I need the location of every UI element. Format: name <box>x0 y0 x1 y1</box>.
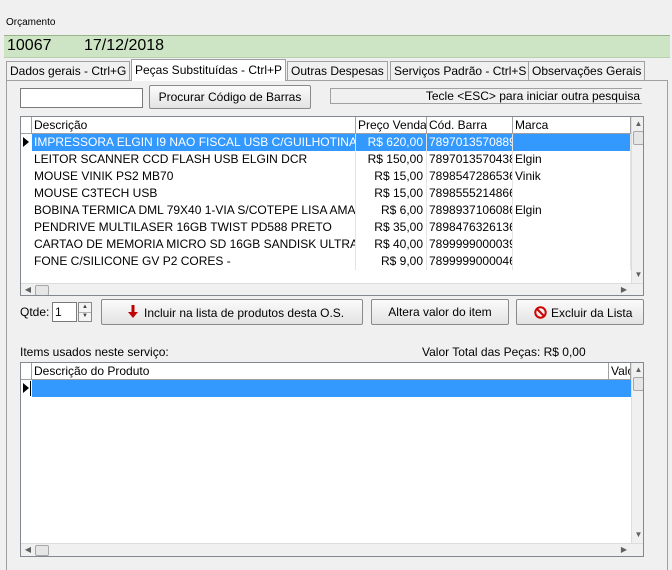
items-new-row-highlight[interactable] <box>32 380 631 397</box>
tab-standard-services[interactable]: Serviços Padrão - Ctrl+S <box>390 61 531 80</box>
product-barcode-cell[interactable]: 7898555214866 <box>427 185 513 202</box>
product-barcode-cell[interactable]: 7897013570889 <box>427 134 513 151</box>
product-description-cell[interactable]: PENDRIVE MULTILASER 16GB TWIST PD588 PRE… <box>32 219 356 236</box>
include-product-button[interactable]: Incluir na lista de produtos desta O.S. <box>101 299 363 325</box>
remove-from-list-label: Excluir da Lista <box>551 306 633 320</box>
parts-total-value: Valor Total das Peças: R$ 0,00 <box>422 345 586 359</box>
col-brand[interactable]: Marca <box>513 117 631 134</box>
vscroll-thumb[interactable] <box>633 131 643 145</box>
qty-input[interactable] <box>52 302 77 322</box>
product-barcode-cell[interactable]: 7899999000039 <box>427 236 513 253</box>
products-hscroll[interactable]: ◀ ▶ <box>21 283 643 295</box>
tab-bar: Dados gerais - Ctrl+G Peças Substituídas… <box>6 59 666 81</box>
product-barcode-cell[interactable]: 7898937106086 <box>427 202 513 219</box>
product-description-cell[interactable]: MOUSE VINIK PS2 MB70 <box>32 168 356 185</box>
red-down-arrow-icon <box>128 305 138 319</box>
product-price-cell[interactable]: R$ 150,00 <box>356 151 427 168</box>
scroll-left-icon[interactable]: ◀ <box>23 285 33 294</box>
order-date: 17/12/2018 <box>84 37 165 54</box>
include-product-label: Incluir na lista de produtos desta O.S. <box>144 306 345 320</box>
product-description-cell[interactable]: FONE C/SILICONE GV P2 CORES - <box>32 253 356 270</box>
items-section-title: Items usados neste serviço: <box>20 345 169 359</box>
product-description-cell[interactable]: LEITOR SCANNER CCD FLASH USB ELGIN DCR <box>32 151 356 168</box>
tab-replaced-parts[interactable]: Peças Substituídas - Ctrl+P <box>131 59 287 81</box>
scroll-right-icon[interactable]: ▶ <box>619 285 629 294</box>
product-barcode-cell[interactable]: 7898476326136 <box>427 219 513 236</box>
product-price-cell[interactable]: R$ 9,00 <box>356 253 427 270</box>
search-hint-box: Tecle <ESC> para iniciar outra pesquisa <box>330 88 642 104</box>
grid-indicator-header <box>21 117 32 134</box>
stepper-down-icon[interactable]: ▼ <box>79 312 91 321</box>
hscroll-thumb[interactable] <box>35 285 49 295</box>
qty-stepper[interactable]: ▲ ▼ <box>78 302 92 322</box>
remove-from-list-button[interactable]: Excluir da Lista <box>516 299 644 325</box>
product-price-cell[interactable]: R$ 40,00 <box>356 236 427 253</box>
items-grid: Descrição do Produto Valo ▲ ▼ ◀ ▶ <box>20 362 644 557</box>
search-barcode-button[interactable]: Procurar Código de Barras <box>149 85 311 109</box>
tab-other-expenses[interactable]: Outras Despesas <box>287 61 388 80</box>
items-hscroll[interactable]: ◀ ▶ <box>21 543 643 556</box>
items-row-pointer-icon <box>23 383 29 393</box>
row-pointer-icon <box>23 137 29 147</box>
product-brand-cell[interactable]: Vinik <box>513 168 631 185</box>
col-product-description[interactable]: Descrição do Produto <box>32 363 609 380</box>
col-value[interactable]: Valo <box>609 363 631 380</box>
product-description-cell[interactable]: CARTAO DE MEMORIA MICRO SD 16GB SANDISK … <box>32 236 356 253</box>
items-scroll-left-icon[interactable]: ◀ <box>23 545 33 554</box>
alter-item-value-button[interactable]: Altera valor do item <box>371 299 509 325</box>
scroll-up-icon[interactable]: ▲ <box>632 119 643 128</box>
order-header: 10067 17/12/2018 <box>4 35 670 58</box>
product-barcode-cell[interactable]: 7899999000046 <box>427 253 513 270</box>
items-vscroll-thumb[interactable] <box>633 377 643 391</box>
product-barcode-cell[interactable]: 7897013570438 <box>427 151 513 168</box>
window-titlebar: Orçamento <box>0 0 672 34</box>
product-price-cell[interactable]: R$ 15,00 <box>356 168 427 185</box>
product-brand-cell[interactable] <box>513 134 631 151</box>
col-barcode[interactable]: Cód. Barra <box>427 117 513 134</box>
items-scroll-up-icon[interactable]: ▲ <box>632 365 643 374</box>
products-vscroll[interactable]: ▲ ▼ <box>631 117 643 283</box>
product-brand-cell[interactable] <box>513 253 631 270</box>
items-scroll-down-icon[interactable]: ▼ <box>632 530 643 539</box>
items-row-cursor <box>30 381 31 396</box>
tab-general-notes[interactable]: Observações Gerais <box>528 61 646 80</box>
order-number: 10067 <box>7 37 52 54</box>
scroll-down-icon[interactable]: ▼ <box>632 270 643 279</box>
product-brand-cell[interactable]: Elgin <box>513 151 631 168</box>
items-indicator-header <box>21 363 32 380</box>
product-price-cell[interactable]: R$ 620,00 <box>356 134 427 151</box>
product-description-cell[interactable]: BOBINA TERMICA DML 79X40 1-VIA S/COTEPE … <box>32 202 356 219</box>
product-price-cell[interactable]: R$ 15,00 <box>356 185 427 202</box>
product-brand-cell[interactable]: Elgin <box>513 202 631 219</box>
product-price-cell[interactable]: R$ 6,00 <box>356 202 427 219</box>
product-description-cell[interactable]: IMPRESSORA ELGIN I9 NAO FISCAL USB C/GUI… <box>32 134 356 151</box>
product-brand-cell[interactable] <box>513 236 631 253</box>
prohibited-icon <box>534 306 547 319</box>
tab-general[interactable]: Dados gerais - Ctrl+G <box>6 61 131 80</box>
col-price[interactable]: Preço Venda <box>356 117 427 134</box>
product-brand-cell[interactable] <box>513 219 631 236</box>
product-brand-cell[interactable] <box>513 185 631 202</box>
product-price-cell[interactable]: R$ 35,00 <box>356 219 427 236</box>
product-description-cell[interactable]: MOUSE C3TECH USB <box>32 185 356 202</box>
items-vscroll[interactable]: ▲ ▼ <box>631 363 643 543</box>
product-barcode-cell[interactable]: 7898547286536 <box>427 168 513 185</box>
col-description[interactable]: Descrição <box>32 117 356 134</box>
items-hscroll-thumb[interactable] <box>35 545 49 556</box>
search-hint: Tecle <ESC> para iniciar outra pesquisa <box>425 89 640 103</box>
products-grid: Descrição Preço Venda Cód. Barra Marca I… <box>20 116 644 296</box>
qty-label: Qtde: <box>20 305 50 319</box>
barcode-search-input[interactable] <box>20 88 143 108</box>
items-scroll-right-icon[interactable]: ▶ <box>619 545 629 554</box>
window-title: Orçamento <box>6 17 56 28</box>
